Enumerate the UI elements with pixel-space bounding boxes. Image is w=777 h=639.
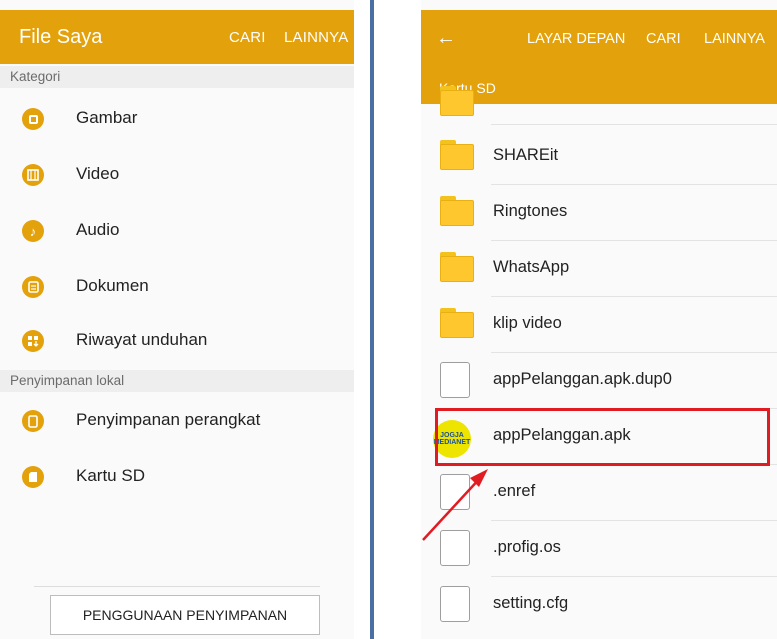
menu-item-riwayat-unduhan[interactable]: Riwayat unduhan	[0, 318, 354, 366]
menu-item-dokumen[interactable]: Dokumen	[0, 264, 354, 312]
panel-separator	[370, 0, 374, 639]
file-icon	[440, 474, 470, 510]
file-icon	[440, 530, 470, 566]
file-name: klip video	[493, 314, 562, 332]
menu-item-label: Gambar	[76, 108, 138, 127]
phone-storage-icon	[22, 410, 44, 432]
kartu-sd-panel: ← LAYAR DEPAN CARI LAINNYA Kartu SD SHAR…	[421, 0, 777, 639]
document-icon	[22, 276, 44, 298]
menu-item-label: Video	[76, 164, 120, 183]
menu-item-video[interactable]: Video	[0, 152, 354, 200]
section-header-kategori: Kategori	[0, 66, 354, 88]
storage-usage-button[interactable]: PENGGUNAAN PENYIMPANAN	[50, 595, 320, 635]
panel-gap	[354, 0, 421, 639]
folder-icon	[440, 86, 474, 116]
folder-icon	[440, 308, 474, 338]
list-item-partial	[421, 86, 777, 128]
list-item-setting-cfg[interactable]: setting.cfg	[421, 576, 777, 632]
file-name: .profig.os	[493, 538, 561, 556]
menu-item-kartu-sd[interactable]: Kartu SD	[0, 454, 354, 502]
arrow-left-icon[interactable]: ←	[436, 27, 456, 50]
file-name: Ringtones	[493, 202, 568, 220]
file-saya-panel: File Saya CARI LAINNYA Kategori Gambar V…	[0, 0, 354, 639]
search-button[interactable]: CARI	[229, 29, 266, 46]
menu-item-label: Dokumen	[76, 276, 149, 295]
file-name: setting.cfg	[493, 594, 569, 612]
download-history-icon	[22, 330, 44, 352]
film-icon	[22, 164, 44, 186]
list-item-klip-video[interactable]: klip video	[421, 296, 777, 353]
sd-card-icon	[22, 466, 44, 488]
menu-item-label: Kartu SD	[76, 466, 145, 485]
list-item-profig-os[interactable]: .profig.os	[421, 520, 777, 577]
more-button[interactable]: LAINNYA	[284, 29, 348, 46]
menu-item-penyimpanan-perangkat[interactable]: Penyimpanan perangkat	[0, 398, 354, 446]
folder-icon	[440, 196, 474, 226]
file-icon	[440, 586, 470, 622]
section-header-lokal: Penyimpanan lokal	[0, 370, 354, 392]
list-item-whatsapp[interactable]: WhatsApp	[421, 240, 777, 297]
highlight-box	[435, 408, 770, 466]
more-button[interactable]: LAINNYA	[704, 31, 765, 47]
menu-item-label: Audio	[76, 220, 120, 239]
file-name: SHAREit	[493, 146, 559, 164]
menu-item-gambar[interactable]: Gambar	[0, 96, 354, 144]
menu-item-audio[interactable]: ♪ Audio	[0, 208, 354, 256]
menu-item-label: Riwayat unduhan	[76, 330, 208, 349]
image-icon	[22, 108, 44, 130]
home-screen-button[interactable]: LAYAR DEPAN	[527, 31, 625, 47]
file-name: .enref	[493, 482, 536, 500]
folder-icon	[440, 140, 474, 170]
file-icon	[440, 362, 470, 398]
app-bar: File Saya CARI LAINNYA	[0, 10, 354, 64]
list-item-shareit[interactable]: SHAREit	[421, 128, 777, 185]
list-item-apppelanggan-dup0[interactable]: appPelanggan.apk.dup0	[421, 352, 777, 409]
app-title: File Saya	[19, 26, 103, 48]
bottom-divider	[34, 586, 320, 587]
app-bar: ← LAYAR DEPAN CARI LAINNYA Kartu SD	[421, 10, 777, 104]
menu-item-label: Penyimpanan perangkat	[76, 410, 261, 429]
search-button[interactable]: CARI	[646, 31, 681, 47]
file-name: appPelanggan.apk.dup0	[493, 370, 672, 388]
file-name: WhatsApp	[493, 258, 570, 276]
list-item-ringtones[interactable]: Ringtones	[421, 184, 777, 241]
folder-icon	[440, 252, 474, 282]
music-note-icon: ♪	[22, 220, 44, 242]
row-divider	[491, 124, 777, 125]
list-item-enref[interactable]: .enref	[421, 464, 777, 521]
